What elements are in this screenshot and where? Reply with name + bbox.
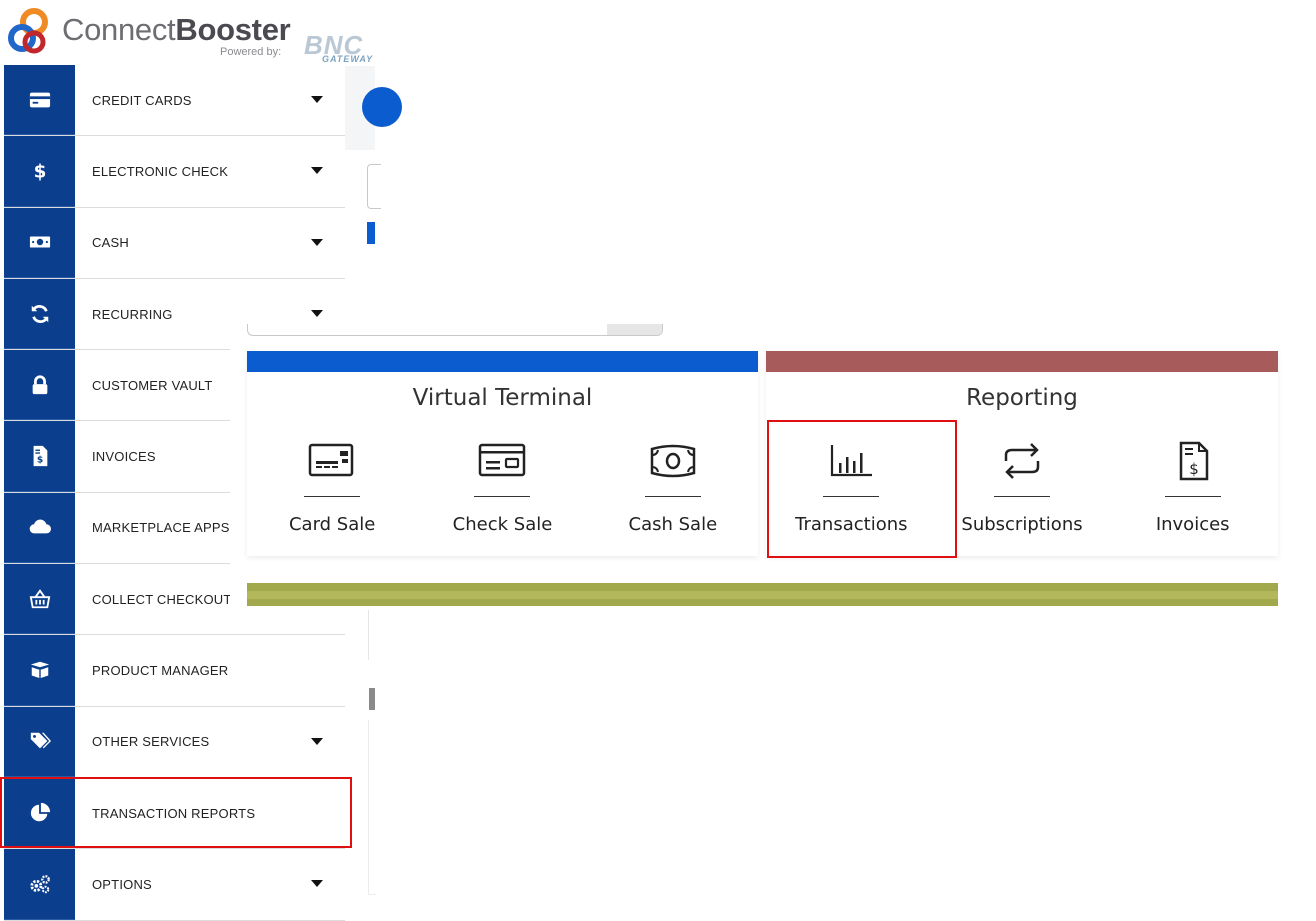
tile-label: Subscriptions [961,514,1083,535]
card-edge-fragment [368,610,376,660]
card-accent-bar [247,351,758,372]
tile-label: Transactions [795,514,908,535]
svg-text:$: $ [36,455,42,466]
sidebar-item-other-services[interactable]: OTHER SERVICES [4,706,345,778]
chevron-down-icon[interactable] [311,880,323,888]
sidebar-item-label: OTHER SERVICES [92,734,210,750]
sidebar-item-options[interactable]: OPTIONS [4,849,345,921]
card-accent-bar-olive [247,583,1278,606]
card-edge-fragment-2 [368,720,376,895]
sidebar-item-product-manager[interactable]: PRODUCT MANAGER [4,635,345,707]
brand-name: ConnectBooster [62,12,291,47]
chevron-down-icon[interactable] [311,309,323,317]
tile-label: Card Sale [288,514,376,535]
basket-icon [29,588,50,608]
reporting-card: Reporting Transactions Subscriptions $ I… [766,351,1278,556]
subscriptions-tile[interactable]: Subscriptions [937,441,1108,556]
invoices-tile[interactable]: $ Invoices [1107,441,1278,556]
refresh-icon [31,304,48,323]
connectbooster-logo[interactable]: ConnectBooster Powered by: BNC GATEWAY [4,2,374,64]
sidebar-item-label: PRODUCT MANAGER [92,663,229,679]
tags-icon [30,733,51,749]
svg-text:$: $ [1189,460,1199,478]
cash-icon [29,236,50,248]
chevron-down-icon[interactable] [311,167,323,175]
tile-label: Invoices [1155,514,1230,535]
invoice-icon: $ [33,446,47,467]
sidebar-item-label: ELECTRONIC CHECK [92,163,229,179]
sidebar-item-cash[interactable]: CASH [4,207,345,279]
chevron-down-icon[interactable] [311,737,323,745]
check-sale-tile[interactable]: Check Sale [417,441,587,556]
card-title: Virtual Terminal [412,385,593,411]
bar-chart-icon [831,445,873,477]
card-title: Reporting [966,385,1078,411]
virtual-terminal-card: Virtual Terminal Card Sale Check Sale Ca… [247,351,758,556]
svg-text:$: $ [33,161,46,182]
cloud-icon [29,519,51,534]
search-field-fragment [367,164,381,209]
chevron-down-icon[interactable] [311,96,323,103]
sidebar-item-credit-cards[interactable]: CREDIT CARDS [4,65,345,137]
cash-sale-tile[interactable]: Cash Sale [588,441,758,556]
partner-sub: GATEWAY [322,54,374,64]
powered-by-text: Powered by: [220,46,282,58]
sidebar-item-label: OPTIONS [92,876,152,892]
transactions-tile[interactable]: Transactions [766,441,937,556]
credit-card-icon [29,92,50,107]
logo-mark-icon [8,8,48,54]
sidebar-item-electronic-check[interactable]: $ ELECTRONIC CHECK [4,136,345,208]
card-reader-icon [308,443,354,477]
card-sale-tile[interactable]: Card Sale [247,441,417,556]
card-accent-bar [766,351,1278,372]
sidebar-item-transaction-reports[interactable]: TRANSACTION REPORTS [4,777,345,850]
tile-label: Check Sale [452,514,553,535]
sidebar-item-label: TRANSACTION REPORTS [92,805,256,821]
sidebar-item-label: CASH [92,235,129,251]
search-field-fragment [247,324,663,336]
gears-icon [29,874,50,894]
search-button-fragment[interactable] [607,324,662,335]
card-accent-fragment [367,222,375,244]
lock-icon [32,375,47,394]
chevron-down-icon[interactable] [311,238,323,246]
repeat-icon [1004,443,1040,479]
sidebar-item-label: CREDIT CARDS [92,92,192,108]
dollar-icon: $ [33,161,46,182]
check-icon [479,443,526,477]
invoice-dollar-icon: $ [1179,441,1208,481]
box-icon [30,661,49,679]
tile-label: Cash Sale [628,514,718,535]
dashboard-panel: Virtual Terminal Card Sale Check Sale Ca… [230,324,1290,608]
banknote-icon [650,444,696,478]
gray-accent-fragment [369,688,375,710]
pie-chart-icon [30,802,50,821]
header-avatar-fragment [362,87,402,127]
